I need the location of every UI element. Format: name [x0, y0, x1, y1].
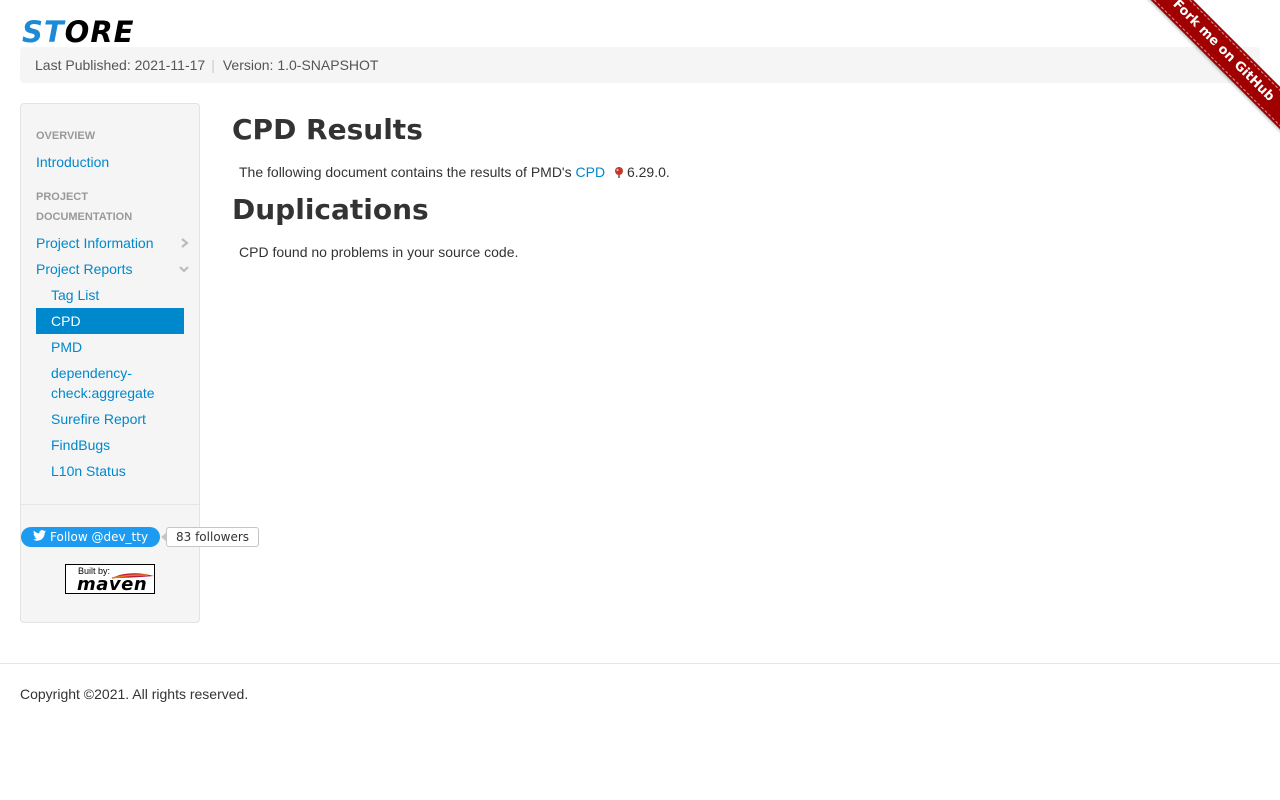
page-title: CPD Results	[232, 113, 423, 146]
intro-paragraph: The following document contains the resu…	[232, 162, 1232, 182]
nav-sub-pmd[interactable]: PMD	[36, 337, 184, 357]
last-published: Last Published: 2021-11-17	[35, 57, 206, 73]
nav-sub-surefire-report[interactable]: Surefire Report	[36, 409, 184, 429]
project-information-label: Project Information	[36, 235, 154, 251]
nav-link-project-reports[interactable]: Project Reports	[36, 256, 189, 282]
built-by-maven-badge[interactable]: Built by: maven	[65, 564, 155, 595]
twitter-follower-count[interactable]: 83 followers	[160, 527, 260, 547]
duplications-result-text: CPD found no problems in your source cod…	[239, 244, 519, 260]
breadcrumb-divider: |	[211, 57, 215, 73]
maven-wordmark: maven	[77, 574, 148, 595]
sidebar-divider	[21, 504, 199, 505]
main-content: CPD Results The following document conta…	[232, 110, 1232, 262]
project-reports-label: Project Reports	[36, 261, 133, 277]
logo-part-st: ST	[22, 15, 65, 49]
pmd-external-icon	[613, 163, 625, 178]
section-title-duplications: Duplications	[232, 193, 429, 226]
intro-suffix: 6.29.0.	[626, 164, 670, 180]
twitter-follow-button[interactable]: Follow @dev_tty	[21, 527, 161, 547]
intro-prefix: The following document contains the resu…	[239, 164, 576, 180]
sidebar: OVERVIEW Introduction PROJECT DOCUMENTAT…	[20, 103, 260, 623]
nav-sub-l10n-status[interactable]: L10n Status	[36, 461, 184, 481]
nav-header-project-documentation: PROJECT DOCUMENTATION	[36, 191, 133, 223]
cpd-link[interactable]: CPD	[576, 164, 606, 180]
store-logo[interactable]: ST ORE	[22, 15, 135, 49]
nav-sub-findbugs[interactable]: FindBugs	[36, 435, 184, 455]
nav-sub-cpd[interactable]: CPD	[36, 308, 184, 334]
nav-header-overview: OVERVIEW	[36, 130, 96, 142]
version: Version: 1.0-SNAPSHOT	[222, 57, 379, 73]
nav-sub-tag-list[interactable]: Tag List	[36, 285, 184, 305]
breadcrumb: Last Published: 2021-11-17 | Version: 1.…	[20, 47, 1260, 83]
footer-divider	[0, 663, 1280, 664]
logo-part-ore: ORE	[64, 15, 135, 49]
twitter-follow-label: Follow @dev_tty	[50, 530, 149, 544]
nav-link-project-information[interactable]: Project Information	[36, 230, 189, 256]
nav-sub-dependency-check[interactable]: dependency-check:aggregate	[36, 363, 176, 403]
nav-link-introduction[interactable]: Introduction	[36, 149, 184, 175]
footer-copyright: Copyright ©2021. All rights reserved.	[20, 686, 249, 702]
twitter-bird-icon	[33, 527, 46, 547]
